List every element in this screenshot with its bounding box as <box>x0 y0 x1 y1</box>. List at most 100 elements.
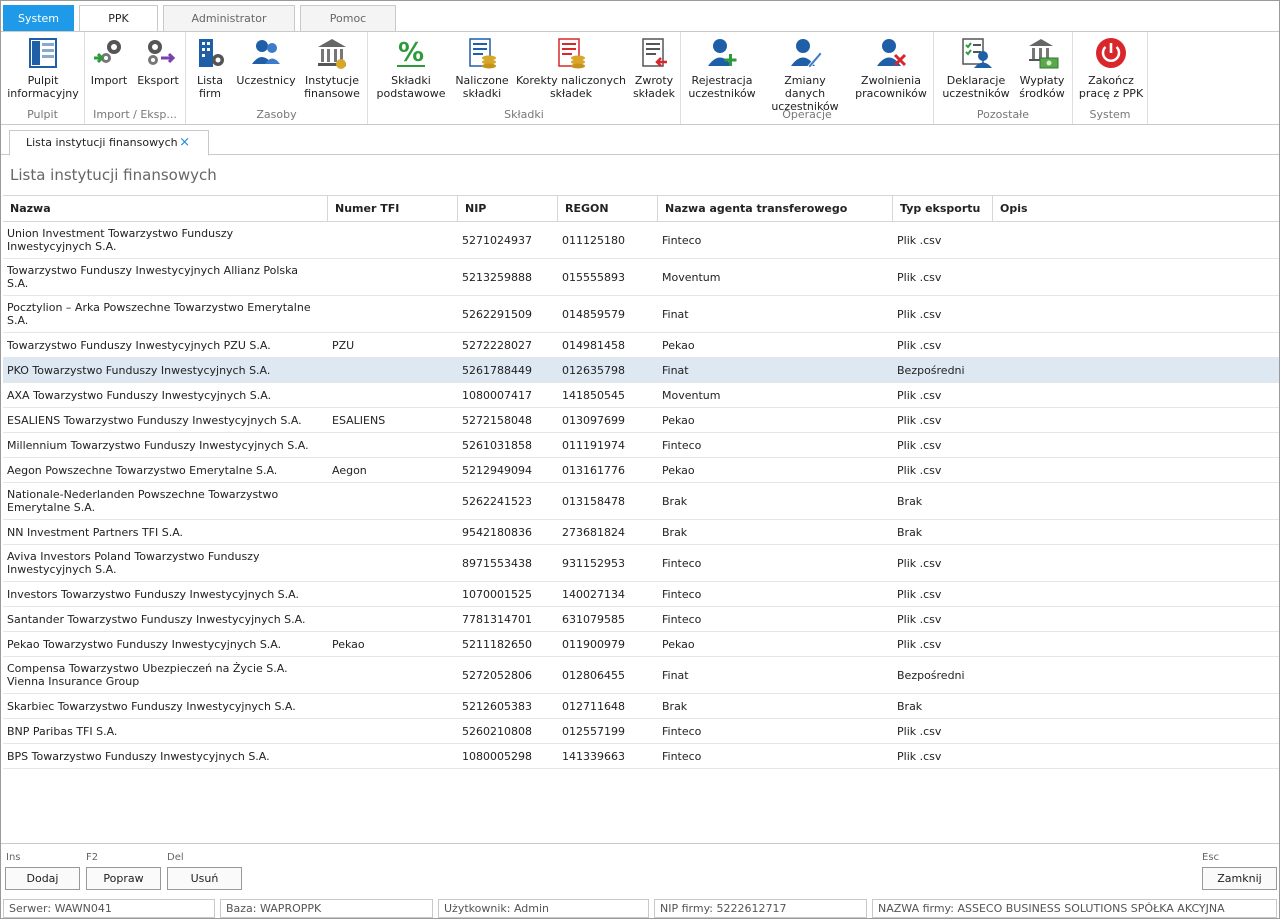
wyplaty-srodkow-button[interactable]: Wypłaty środków <box>1016 36 1068 100</box>
skladki-podstawowe-button[interactable]: % Składki podstawowe <box>374 36 448 100</box>
table-cell: 9542180836 <box>462 525 532 539</box>
table-cell <box>328 607 454 631</box>
rejestracja-uczestnikow-button[interactable]: Rejestracja uczestników <box>687 36 757 100</box>
table-row[interactable]: NN Investment Partners TFI S.A. 954218083… <box>3 520 1279 545</box>
table-row[interactable]: Pocztylion – Arka Powszechne Towarzystwo… <box>3 296 1279 333</box>
document-tabs: Lista instytucji finansowych × <box>1 126 1279 156</box>
table-cell: 141339663 <box>562 749 625 763</box>
dodaj-button[interactable]: Dodaj <box>5 867 80 890</box>
table-cell: Plik .csv <box>897 413 942 427</box>
table-row[interactable]: PKO Towarzystwo Funduszy Inwestycyjnych … <box>3 358 1279 383</box>
tab-pomoc[interactable]: Pomoc <box>300 5 396 31</box>
table-cell: 011191974 <box>562 438 625 452</box>
table-cell: Skarbiec Towarzystwo Funduszy Inwestycyj… <box>7 699 296 713</box>
lista-firm-button[interactable]: Lista firm <box>190 36 230 100</box>
column-header[interactable]: Nazwa agenta transferowego <box>658 196 893 222</box>
import-button[interactable]: Import <box>89 36 129 87</box>
column-header[interactable]: REGON <box>558 196 658 222</box>
column-header[interactable]: Typ eksportu <box>893 196 993 222</box>
table-cell: 5272052806 <box>462 668 532 682</box>
table-row[interactable]: Millennium Towarzystwo Funduszy Inwestyc… <box>3 433 1279 458</box>
column-header[interactable]: Numer TFI <box>328 196 458 222</box>
table-cell <box>993 296 1275 332</box>
table-row[interactable]: Santander Towarzystwo Funduszy Inwestycy… <box>3 607 1279 632</box>
table-row[interactable]: BNP Paribas TFI S.A. 5260210808 012557199 F… <box>3 719 1279 744</box>
table-row[interactable]: Aegon Powszechne Towarzystwo Emerytalne … <box>3 458 1279 483</box>
table-row[interactable]: Nationale-Nederlanden Powszechne Towarzy… <box>3 483 1279 520</box>
document-tab-lista-instytucji[interactable]: Lista instytucji finansowych × <box>9 130 209 156</box>
deklaracje-uczestnikow-button[interactable]: Deklaracje uczestników <box>942 36 1010 100</box>
eksport-button[interactable]: Eksport <box>135 36 181 87</box>
bottom-divider <box>1 843 1279 844</box>
table-cell: Pekao <box>662 413 695 427</box>
column-header[interactable]: Nazwa <box>3 196 328 222</box>
table-cell: 011900979 <box>562 637 625 651</box>
column-header[interactable]: Opis <box>993 196 1279 222</box>
wyplaty-srodkow-label: Wypłaty środków <box>1019 74 1065 100</box>
table-row[interactable]: Skarbiec Towarzystwo Funduszy Inwestycyj… <box>3 694 1279 719</box>
table-cell: 5261788449 <box>462 363 532 377</box>
korekty-naliczonych-skladek-button[interactable]: Korekty naliczonych składek <box>516 36 626 100</box>
table-cell: 5260210808 <box>462 724 532 738</box>
table-row[interactable]: BPS Towarzystwo Funduszy Inwestycyjnych … <box>3 744 1279 769</box>
close-icon[interactable]: × <box>179 131 190 155</box>
tab-ppk[interactable]: PPK <box>79 5 158 32</box>
table-cell <box>328 744 454 768</box>
table-cell: Finat <box>662 363 689 377</box>
table-cell: Moventum <box>662 388 721 402</box>
table-cell <box>993 358 1275 382</box>
table-cell: Plik .csv <box>897 270 942 284</box>
instytucje-finansowe-button[interactable]: Instytucje finansowe <box>300 36 364 100</box>
zwroty-skladek-button[interactable]: Zwroty składek <box>630 36 678 100</box>
zakoncz-prace-button[interactable]: Zakończ pracę z PPK <box>1077 36 1145 100</box>
table-cell: Plik .csv <box>897 724 942 738</box>
table-row[interactable]: Investors Towarzystwo Funduszy Inwestycy… <box>3 582 1279 607</box>
table-row[interactable]: Compensa Towarzystwo Ubezpieczeń na Życi… <box>3 657 1279 694</box>
table-row[interactable]: ESALIENS Towarzystwo Funduszy Inwestycyj… <box>3 408 1279 433</box>
table-cell: 1070001525 <box>462 587 532 601</box>
key-hint-ins: Ins <box>6 852 21 863</box>
table-header: Nazwa Numer TFI NIP REGON Nazwa agenta trans… <box>3 195 1279 222</box>
naliczone-skladki-button[interactable]: Naliczone składki <box>454 36 510 100</box>
uczestnicy-button[interactable]: Uczestnicy <box>236 36 296 87</box>
tab-administrator[interactable]: Administrator <box>163 5 295 31</box>
table-row[interactable]: Towarzystwo Funduszy Inwestycyjnych PZU … <box>3 333 1279 358</box>
usun-button[interactable]: Usuń <box>167 867 242 890</box>
table-row[interactable]: Aviva Investors Poland Towarzystwo Fundu… <box>3 545 1279 582</box>
table-cell <box>993 632 1275 656</box>
column-header[interactable]: NIP <box>458 196 558 222</box>
zwolnienia-pracownikow-button[interactable]: Zwolnienia pracowników <box>853 36 929 100</box>
naliczone-skladki-label: Naliczone składki <box>455 74 509 100</box>
status-uzytkownik: Użytkownik: Admin <box>438 899 649 918</box>
group-label-operacje: Operacje <box>782 108 832 121</box>
table-cell <box>993 657 1275 693</box>
tab-system[interactable]: System <box>3 5 74 31</box>
popraw-button[interactable]: Popraw <box>86 867 161 890</box>
table-cell: Brak <box>897 525 923 539</box>
table-cell: Pekao Towarzystwo Funduszy Inwestycyjnyc… <box>7 637 282 651</box>
table-cell: 015555893 <box>562 270 625 284</box>
deklaracje-uczestnikow-label: Deklaracje uczestników <box>942 74 1010 100</box>
table-row[interactable]: Union Investment Towarzystwo Funduszy In… <box>3 222 1279 259</box>
pulpit-informacyjny-button[interactable]: Pulpit informacyjny <box>5 36 81 100</box>
table-cell: Pocztylion – Arka Powszechne Towarzystwo… <box>7 301 311 327</box>
key-hint-del: Del <box>167 852 184 863</box>
table-cell: 931152953 <box>562 556 625 570</box>
status-nazwa-firmy: NAZWA firmy: ASSECO BUSINESS SOLUTIONS S… <box>872 899 1277 918</box>
zwroty-skladek-label: Zwroty składek <box>632 74 676 100</box>
table-cell: ESALIENS Towarzystwo Funduszy Inwestycyj… <box>7 413 302 427</box>
table-cell: Bezpośredni <box>897 363 965 377</box>
table-cell: Brak <box>897 699 923 713</box>
table-cell: Plik .csv <box>897 338 942 352</box>
table-cell: Brak <box>662 494 688 508</box>
table-row[interactable]: Towarzystwo Funduszy Inwestycyjnych Alli… <box>3 259 1279 296</box>
zamknij-button[interactable]: Zamknij <box>1202 867 1277 890</box>
table-row[interactable]: AXA Towarzystwo Funduszy Inwestycyjnych … <box>3 383 1279 408</box>
table-row[interactable]: Pekao Towarzystwo Funduszy Inwestycyjnyc… <box>3 632 1279 657</box>
zmiany-danych-uczestnikow-button[interactable]: Zmiany danych uczestników <box>763 36 847 113</box>
table-cell: 141850545 <box>562 388 625 402</box>
user-remove-icon <box>874 36 908 70</box>
table-cell: 5271024937 <box>462 233 532 247</box>
table-cell: Finteco <box>662 556 702 570</box>
status-serwer: Serwer: WAWN041 <box>3 899 215 918</box>
